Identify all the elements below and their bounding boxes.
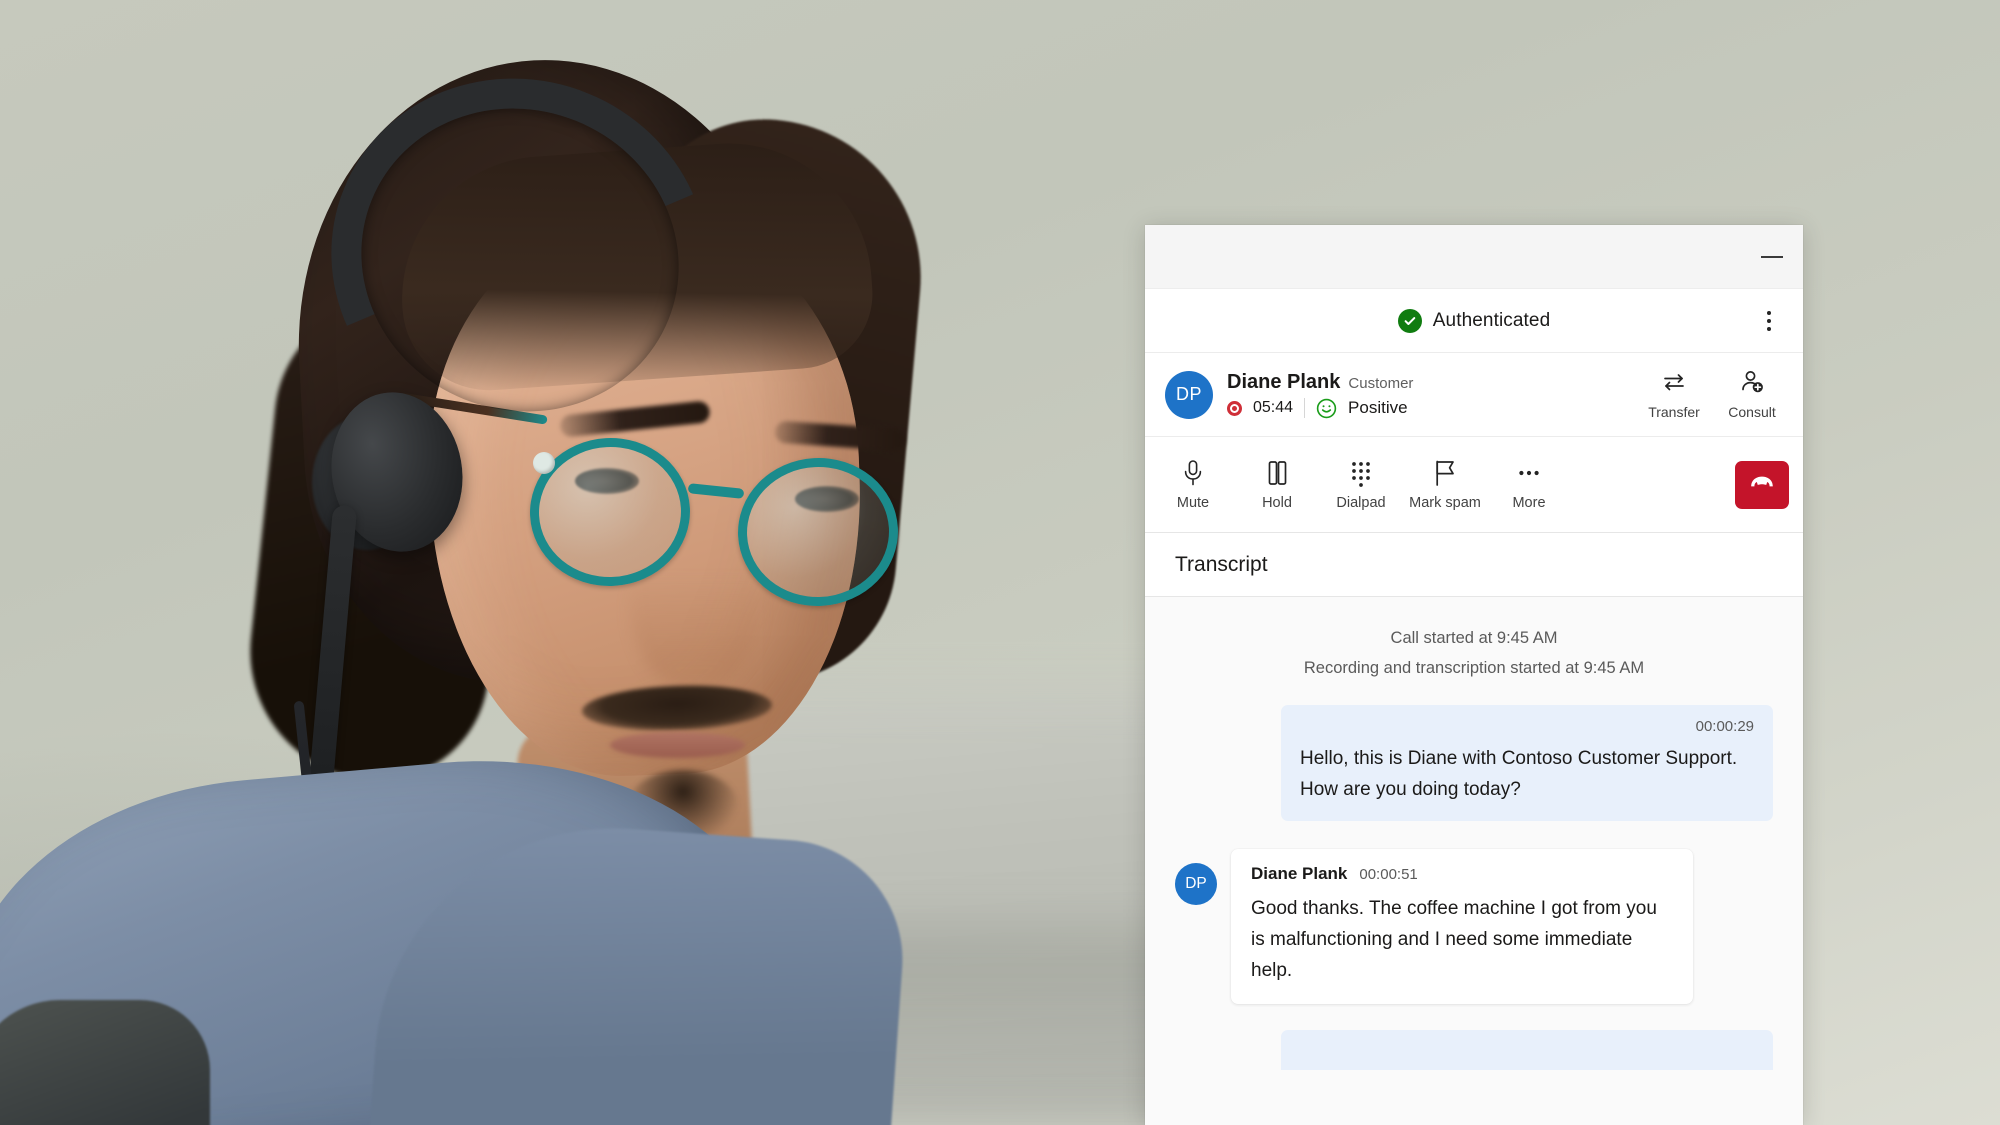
transfer-arrows-icon [1661, 369, 1687, 400]
customer-name-row: Diane Plank Customer [1227, 371, 1623, 394]
kebab-dot [1767, 310, 1771, 315]
message-agent: 00:00:29 Hello, this is Diane with Conto… [1175, 705, 1773, 821]
chair-armrest [0, 1000, 210, 1125]
mute-button[interactable]: Mute [1151, 445, 1235, 525]
customer-info: Diane Plank Customer 05:44 Positive [1227, 371, 1623, 419]
dialpad-icon [1347, 458, 1375, 488]
customer-header: DP Diane Plank Customer 05:44 Positive T… [1145, 353, 1803, 437]
dialpad-button[interactable]: Dialpad [1319, 445, 1403, 525]
kebab-menu-icon[interactable] [1751, 303, 1787, 339]
more-button[interactable]: More [1487, 445, 1571, 525]
mute-label: Mute [1176, 495, 1210, 511]
message-customer: DP Diane Plank 00:00:51 Good thanks. The… [1175, 849, 1773, 1004]
dialpad-label: Dialpad [1336, 495, 1386, 511]
authenticated-label: Authenticated [1432, 309, 1551, 331]
kebab-dot [1767, 326, 1771, 331]
message-timestamp: 00:00:51 [1359, 866, 1418, 883]
customer-meta-row: 05:44 Positive [1227, 398, 1623, 419]
hold-label: Hold [1262, 495, 1292, 511]
hangup-phone-icon [1748, 475, 1776, 494]
transcript-body[interactable]: Call started at 9:45 AM Recording and tr… [1145, 597, 1803, 1125]
customer-name: Diane Plank [1227, 370, 1341, 393]
call-duration: 05:44 [1253, 399, 1294, 416]
transcript-title: Transcript [1175, 552, 1268, 576]
mark-spam-label: Mark spam [1409, 495, 1481, 511]
call-control-panel: Authenticated DP Diane Plank Customer 05… [1145, 225, 1803, 1125]
transfer-label: Transfer [1648, 404, 1700, 420]
pause-icon [1263, 458, 1291, 488]
message-bubble: Diane Plank 00:00:51 Good thanks. The co… [1231, 849, 1693, 1004]
more-label: More [1512, 495, 1546, 511]
consult-button[interactable]: Consult [1715, 362, 1789, 428]
sentiment-label: Positive [1348, 398, 1408, 417]
message-agent-partial [1175, 1030, 1773, 1070]
avatar: DP [1165, 370, 1213, 419]
person-add-icon [1739, 369, 1765, 400]
smiley-positive-icon [1316, 398, 1337, 419]
microphone-icon [1179, 458, 1207, 488]
transfer-button[interactable]: Transfer [1637, 362, 1711, 428]
message-header: Diane Plank 00:00:51 [1251, 864, 1673, 884]
customer-role: Customer [1348, 374, 1414, 392]
minimize-button[interactable] [1741, 231, 1803, 283]
flag-icon [1431, 458, 1459, 488]
consult-label: Consult [1728, 404, 1776, 420]
call-controls-toolbar: Mute Hold Dialpad Mark spam More [1145, 437, 1803, 533]
record-icon [1227, 400, 1242, 416]
customer-actions: Transfer Consult [1637, 362, 1789, 428]
message-text: Good thanks. The coffee machine I got fr… [1251, 898, 1657, 981]
transcript-header: Transcript [1145, 533, 1803, 597]
system-line-recording-started: Recording and transcription started at 9… [1303, 659, 1645, 677]
system-line-call-started: Call started at 9:45 AM [1390, 629, 1558, 647]
message-text: Hello, this is Diane with Contoso Custom… [1300, 748, 1738, 800]
minimize-icon [1761, 255, 1783, 258]
authentication-bar: Authenticated [1145, 289, 1803, 353]
mark-spam-button[interactable]: Mark spam [1403, 445, 1487, 525]
lips [610, 732, 745, 758]
window-titlebar [1145, 225, 1803, 289]
ellipsis-icon [1515, 458, 1543, 488]
message-bubble [1281, 1030, 1773, 1070]
screenshot-root: Authenticated DP Diane Plank Customer 05… [0, 0, 2000, 1125]
hold-button[interactable]: Hold [1235, 445, 1319, 525]
kebab-dot [1767, 318, 1771, 323]
end-call-button[interactable] [1735, 460, 1789, 509]
message-sender: Diane Plank [1251, 864, 1348, 883]
message-bubble: 00:00:29 Hello, this is Diane with Conto… [1281, 705, 1773, 821]
authentication-status: Authenticated [1397, 308, 1551, 333]
glasses-hinge [533, 452, 555, 474]
hangup-wrapper [1735, 460, 1789, 509]
message-timestamp: 00:00:29 [1695, 718, 1754, 735]
avatar: DP [1175, 863, 1217, 905]
divider [1304, 398, 1306, 418]
checkmark-circle-icon [1397, 308, 1422, 333]
